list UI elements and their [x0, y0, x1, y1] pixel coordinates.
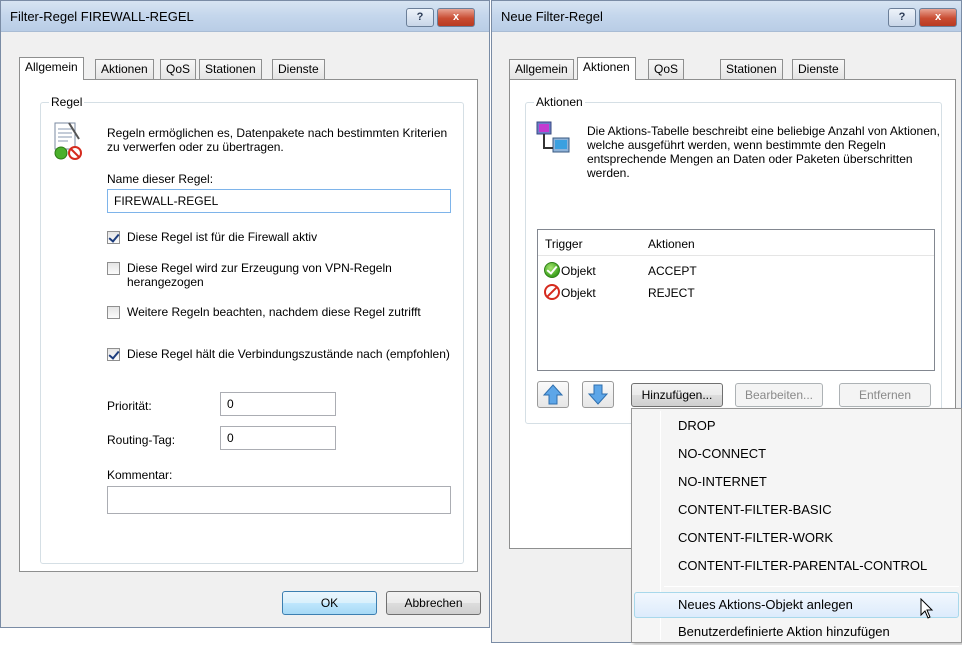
window-title: Neue Filter-Regel: [501, 9, 603, 24]
help-button[interactable]: ?: [406, 8, 434, 27]
window-title: Filter-Regel FIREWALL-REGEL: [10, 9, 194, 24]
menu-item-content-filter-basic[interactable]: CONTENT-FILTER-BASIC: [634, 497, 959, 523]
close-button[interactable]: x: [919, 8, 957, 27]
row-action: REJECT: [648, 286, 695, 300]
menu-item-no-internet[interactable]: NO-INTERNET: [634, 469, 959, 495]
tab-qos[interactable]: QoS: [160, 59, 197, 79]
row-action: ACCEPT: [648, 264, 697, 278]
column-header-actions[interactable]: Aktionen: [648, 237, 695, 251]
arrow-down-icon: [587, 384, 609, 405]
tab-stationen[interactable]: Stationen: [720, 59, 783, 79]
title-bar[interactable]: Neue Filter-Regel ? x: [492, 1, 961, 32]
checkbox-further-rules-label: Weitere Regeln beachten, nachdem diese R…: [127, 305, 421, 319]
close-button[interactable]: x: [437, 8, 475, 27]
rule-description: Regeln ermöglichen es, Datenpakete nach …: [107, 126, 448, 154]
priority-label: Priorität:: [107, 399, 152, 413]
menu-item-drop[interactable]: DROP: [634, 413, 959, 439]
routing-tag-input[interactable]: 0: [220, 426, 336, 450]
remove-button[interactable]: Entfernen: [839, 383, 931, 407]
checkbox-firewall-active-label: Diese Regel ist für die Firewall aktiv: [127, 230, 318, 244]
column-header-trigger[interactable]: Trigger: [545, 237, 583, 251]
title-bar[interactable]: Filter-Regel FIREWALL-REGEL ? x: [1, 1, 489, 32]
tab-qos[interactable]: QoS: [648, 59, 685, 79]
accept-check-icon: [544, 262, 560, 278]
rule-name-label: Name dieser Regel:: [107, 172, 214, 186]
actions-table[interactable]: Trigger Aktionen Objekt ACCEPT Objekt RE…: [537, 229, 935, 371]
checkbox-vpn-rules[interactable]: [107, 262, 120, 275]
menu-item-custom-action[interactable]: Benutzerdefinierte Aktion hinzufügen: [634, 619, 959, 645]
row-trigger: Objekt: [561, 264, 596, 278]
move-up-button[interactable]: [537, 381, 569, 408]
tab-dienste[interactable]: Dienste: [792, 59, 845, 79]
add-button[interactable]: Hinzufügen...: [631, 383, 723, 407]
tab-dienste[interactable]: Dienste: [272, 59, 325, 79]
tab-aktionen[interactable]: Aktionen: [577, 57, 636, 80]
cancel-button[interactable]: Abbrechen: [386, 591, 481, 615]
checkbox-connection-states[interactable]: [107, 348, 120, 361]
add-action-menu: DROP NO-CONNECT NO-INTERNET CONTENT-FILT…: [631, 408, 962, 643]
filter-rule-dialog: Filter-Regel FIREWALL-REGEL ? x Allgemei…: [0, 0, 490, 628]
rule-name-input[interactable]: FIREWALL-REGEL: [107, 189, 451, 213]
comment-label: Kommentar:: [107, 468, 173, 482]
table-row[interactable]: Objekt REJECT: [538, 283, 934, 303]
tab-stationen[interactable]: Stationen: [199, 59, 262, 79]
row-trigger: Objekt: [561, 286, 596, 300]
checkbox-firewall-active[interactable]: [107, 231, 120, 244]
ok-button[interactable]: OK: [282, 591, 377, 615]
tab-allgemein[interactable]: Allgemein: [509, 59, 574, 79]
edit-button[interactable]: Bearbeiten...: [735, 383, 823, 407]
comment-input[interactable]: [107, 486, 451, 514]
checkbox-further-rules[interactable]: [107, 306, 120, 319]
menu-item-no-connect[interactable]: NO-CONNECT: [634, 441, 959, 467]
menu-separator: [664, 586, 959, 587]
menu-item-content-filter-parental-control[interactable]: CONTENT-FILTER-PARENTAL-CONTROL: [634, 553, 959, 579]
actions-description: Die Aktions-Tabelle beschreibt eine beli…: [587, 124, 940, 180]
menu-item-new-action-object[interactable]: Neues Aktions-Objekt anlegen: [634, 592, 959, 618]
group-title: Regel: [49, 95, 85, 109]
mouse-pointer-icon: [920, 597, 934, 620]
help-button[interactable]: ?: [888, 8, 916, 27]
checkbox-further-rules-row[interactable]: Weitere Regeln beachten, nachdem diese R…: [107, 305, 447, 336]
move-down-button[interactable]: [582, 381, 614, 408]
priority-input[interactable]: 0: [220, 392, 336, 416]
action-network-icon: [535, 120, 571, 156]
rule-document-icon: [53, 121, 83, 161]
tab-allgemein[interactable]: Allgemein: [19, 57, 84, 80]
routing-tag-label: Routing-Tag:: [107, 433, 176, 447]
checkbox-firewall-active-row[interactable]: Diese Regel ist für die Firewall aktiv: [107, 230, 447, 247]
group-title: Aktionen: [534, 95, 585, 109]
checkbox-vpn-rules-row[interactable]: Diese Regel wird zur Erzeugung von VPN-R…: [107, 261, 447, 292]
table-row[interactable]: Objekt ACCEPT: [538, 261, 934, 281]
arrow-up-icon: [542, 384, 564, 405]
checkbox-connection-states-label: Diese Regel hält die Verbindungszustände…: [127, 347, 450, 361]
menu-item-content-filter-work[interactable]: CONTENT-FILTER-WORK: [634, 525, 959, 551]
checkbox-vpn-rules-label: Diese Regel wird zur Erzeugung von VPN-R…: [127, 261, 392, 289]
table-header: Trigger Aktionen: [538, 230, 934, 256]
tab-aktionen[interactable]: Aktionen: [95, 59, 154, 79]
checkbox-connection-states-row[interactable]: Diese Regel hält die Verbindungszustände…: [107, 347, 450, 378]
reject-block-icon: [544, 284, 560, 300]
